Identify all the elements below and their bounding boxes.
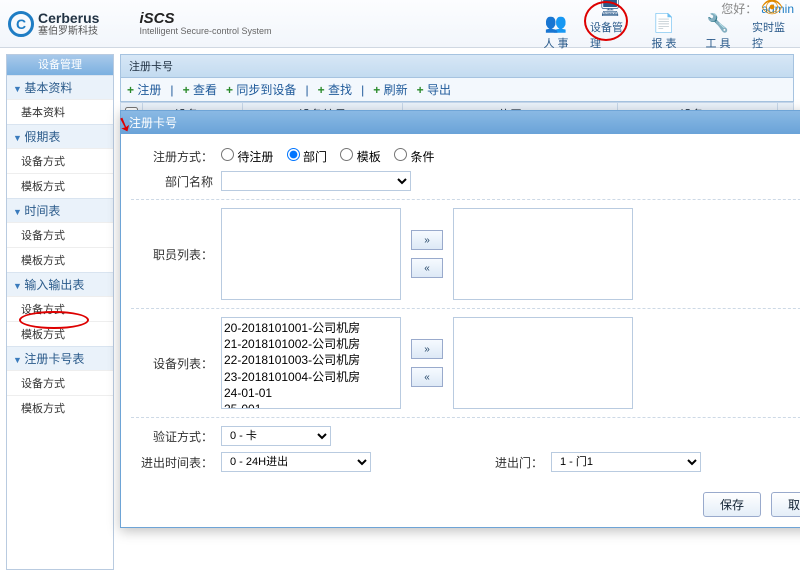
content-area: 注册卡号 注册 | 查看 同步到设备 | 查找 | 刷新 导出 设备ID 设备编… (120, 54, 794, 570)
sb-item-card-dev[interactable]: 设备方式 (7, 370, 113, 395)
device-add-button[interactable]: » (411, 339, 443, 359)
verify-label: 验证方式： (131, 428, 221, 445)
staff-remove-button[interactable]: « (411, 258, 443, 278)
tb-register[interactable]: 注册 (127, 83, 161, 97)
wrench-icon: 🔧 (707, 13, 729, 35)
sb-item-holiday-tpl[interactable]: 模板方式 (7, 173, 113, 198)
sidebar: 设备管理 基本资料 基本资料 假期表 设备方式 模板方式 时间表 设备方式 模板… (6, 54, 114, 570)
register-dialog: 注册卡号 ✕ 注册方式： 待注册 部门 模板 条件 部门名称 (120, 110, 800, 528)
door-label: 进出门： (491, 454, 551, 471)
tb-refresh[interactable]: 刷新 (373, 83, 407, 97)
reg-mode-tpl[interactable]: 模板 (340, 150, 380, 164)
toolbar: 注册 | 查看 同步到设备 | 查找 | 刷新 导出 (120, 78, 794, 102)
sb-item-card-tpl[interactable]: 模板方式 (7, 395, 113, 420)
panel-title: 注册卡号 (120, 54, 794, 78)
reg-mode-dept[interactable]: 部门 (287, 150, 327, 164)
monitor-icon: 🖥 (599, 0, 621, 19)
save-button[interactable]: 保存 (703, 492, 761, 517)
app-header: Cerberus 塞伯罗斯科技 iSCS Intelligent Secure-… (0, 0, 800, 48)
system-name: iSCS Intelligent Secure-control System (139, 10, 271, 37)
sb-item-time-tpl[interactable]: 模板方式 (7, 247, 113, 272)
tb-sep2: | (305, 83, 308, 97)
reg-mode-group: 待注册 部门 模板 条件 (221, 148, 444, 165)
sb-item-time-dev[interactable]: 设备方式 (7, 222, 113, 247)
staff-add-button[interactable]: » (411, 230, 443, 250)
sb-item-io-dev[interactable]: 设备方式 (7, 296, 113, 321)
schedule-select[interactable]: 0 - 24H进出 (221, 452, 371, 472)
tb-sep3: | (361, 83, 364, 97)
sb-group-io[interactable]: 输入输出表 (7, 272, 113, 296)
sb-group-time[interactable]: 时间表 (7, 198, 113, 222)
reg-mode-cond[interactable]: 条件 (394, 150, 434, 164)
report-icon: 📄 (653, 13, 675, 35)
reg-mode-pending[interactable]: 待注册 (221, 150, 273, 164)
tb-sync[interactable]: 同步到设备 (226, 83, 296, 97)
nav-report[interactable]: 📄报 表 (644, 13, 684, 51)
device-list-right[interactable] (453, 317, 633, 409)
nav-device[interactable]: 🖥设备管理 (590, 0, 630, 51)
device-label: 设备列表： (131, 355, 221, 372)
sb-group-holiday[interactable]: 假期表 (7, 124, 113, 148)
nav-monitor[interactable]: 👁实时监控 (752, 0, 792, 51)
staff-list-right[interactable] (453, 208, 633, 300)
brand: Cerberus 塞伯罗斯科技 (38, 10, 99, 37)
logo-icon (8, 11, 34, 37)
verify-select[interactable]: 0 - 卡 (221, 426, 331, 446)
sidebar-title: 设备管理 (7, 55, 113, 75)
tb-view[interactable]: 查看 (183, 83, 217, 97)
tb-sep: | (170, 83, 173, 97)
reg-mode-label: 注册方式： (131, 148, 221, 165)
nav-personnel[interactable]: 👥人 事 (536, 13, 576, 51)
sched-label: 进出时间表： (131, 454, 221, 471)
sb-item-basic[interactable]: 基本资料 (7, 99, 113, 124)
tb-export[interactable]: 导出 (417, 83, 451, 97)
dialog-title: 注册卡号 (129, 114, 177, 131)
people-icon: 👥 (545, 13, 567, 35)
top-nav: 👥人 事 🖥设备管理 📄报 表 🔧工 具 👁实时监控 (536, 0, 792, 51)
sb-group-card[interactable]: 注册卡号表 (7, 346, 113, 370)
dept-label: 部门名称 (131, 173, 221, 190)
tb-find[interactable]: 查找 (318, 83, 352, 97)
door-select[interactable]: 1 - 门1 (551, 452, 701, 472)
cancel-button[interactable]: 取消 (771, 492, 800, 517)
sb-item-io-tpl[interactable]: 模板方式 (7, 321, 113, 346)
eye-icon: 👁 (761, 0, 783, 19)
staff-list-left[interactable] (221, 208, 401, 300)
nav-tools[interactable]: 🔧工 具 (698, 13, 738, 51)
dept-select[interactable] (221, 171, 411, 191)
sb-item-holiday-dev[interactable]: 设备方式 (7, 148, 113, 173)
device-list-left[interactable]: 20-2018101001-公司机房21-2018101002-公司机房22-2… (221, 317, 401, 409)
device-remove-button[interactable]: « (411, 367, 443, 387)
sb-group-basic[interactable]: 基本资料 (7, 75, 113, 99)
staff-label: 职员列表： (131, 246, 221, 263)
